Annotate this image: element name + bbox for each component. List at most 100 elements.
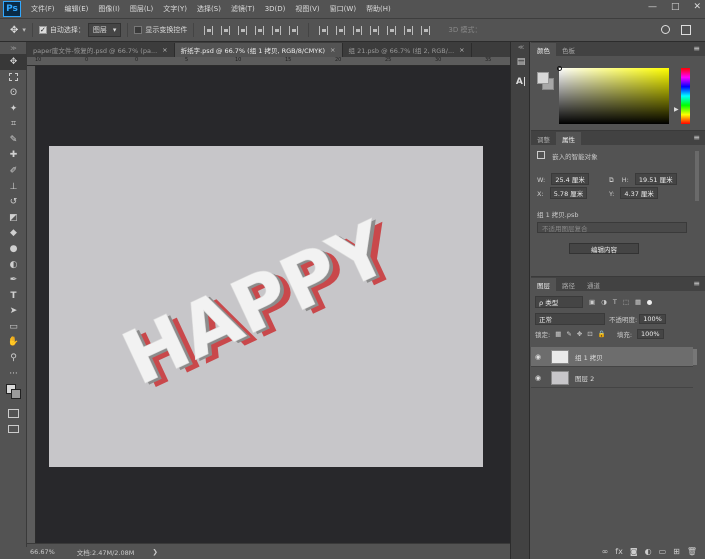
paint-bucket-tool-icon[interactable]: ◆ xyxy=(0,226,27,242)
color-picker-field[interactable] xyxy=(557,66,669,124)
healing-brush-tool-icon[interactable]: ✚ xyxy=(0,148,27,164)
menu-type[interactable]: 文字(Y) xyxy=(163,4,187,14)
height-field[interactable]: 19.51 厘米 xyxy=(634,173,677,185)
tab-properties[interactable]: 属性 xyxy=(556,132,581,145)
menu-help[interactable]: 帮助(H) xyxy=(366,4,391,14)
layer-comp-dropdown[interactable]: 不适用图层复合 xyxy=(537,222,687,233)
filter-smart-icon[interactable]: ▦ xyxy=(635,298,641,306)
crop-tool-icon[interactable]: ⌗ xyxy=(0,116,27,132)
brush-tool-icon[interactable]: ✐ xyxy=(0,163,27,179)
auto-select-checkbox[interactable]: ✓ xyxy=(38,26,47,34)
align-right-icon[interactable] xyxy=(289,25,299,35)
layer-row[interactable]: ◉ 图层 2 xyxy=(531,368,693,388)
picker-cursor[interactable] xyxy=(557,66,562,71)
auto-align-icon[interactable] xyxy=(421,25,431,35)
filter-pixel-icon[interactable]: ▣ xyxy=(589,298,595,306)
type-tool-icon[interactable]: T xyxy=(0,288,27,304)
move-tool-icon[interactable]: ✥ xyxy=(0,54,27,70)
dodge-tool-icon[interactable]: ◐ xyxy=(0,257,27,273)
tab-color[interactable]: 颜色 xyxy=(531,43,556,56)
blur-tool-icon[interactable]: ● xyxy=(0,241,27,257)
tab-paths[interactable]: 路径 xyxy=(556,278,581,291)
panel-menu-icon[interactable]: ≡ xyxy=(693,279,700,288)
close-icon[interactable]: × xyxy=(162,46,167,54)
screen-mode-icon[interactable] xyxy=(0,421,27,437)
tab-layers[interactable]: 图层 xyxy=(531,278,556,291)
show-transform-checkbox[interactable] xyxy=(134,26,143,34)
menu-view[interactable]: 视图(V) xyxy=(295,4,319,14)
quick-mask-icon[interactable] xyxy=(0,405,27,421)
menu-select[interactable]: 选择(S) xyxy=(197,4,221,14)
layer-style-icon[interactable]: fx xyxy=(615,547,623,556)
properties-scrollbar[interactable] xyxy=(695,151,699,201)
filter-shape-icon[interactable]: ⬚ xyxy=(623,298,629,306)
new-layer-icon[interactable]: ⊞ xyxy=(673,547,680,556)
menu-edit[interactable]: 编辑(E) xyxy=(65,4,89,14)
filter-toggle-icon[interactable] xyxy=(647,299,653,305)
lock-move-icon[interactable]: ✥ xyxy=(577,330,582,338)
tab-paper[interactable]: paper废文件-恢复的.psd @ 66.7% (pa... × xyxy=(27,43,175,57)
align-bottom-icon[interactable] xyxy=(238,25,248,35)
distribute-vcenter-icon[interactable] xyxy=(336,25,346,35)
layers-scrollbar[interactable] xyxy=(693,349,697,365)
link-layers-icon[interactable]: ∞ xyxy=(602,547,609,556)
document-canvas[interactable]: HAPPY HAPPY HAPPY xyxy=(49,146,483,467)
lock-all-icon[interactable]: 🔒 xyxy=(598,330,606,338)
tab-folded-text[interactable]: 折纸字.psd @ 66.7% (组 1 拷贝, RGB/8/CMYK) × xyxy=(174,43,343,57)
canvas-workspace[interactable]: HAPPY HAPPY HAPPY xyxy=(36,66,513,543)
distribute-hcenter-icon[interactable] xyxy=(387,25,397,35)
tool-preset-dropdown-icon[interactable]: ▾ xyxy=(22,26,26,34)
character-panel-icon[interactable]: A| xyxy=(511,72,531,92)
menu-window[interactable]: 窗口(W) xyxy=(330,4,356,14)
layer-filter-dropdown[interactable]: ρ 类型 xyxy=(535,296,583,308)
pen-tool-icon[interactable]: ✒ xyxy=(0,272,27,288)
menu-3d[interactable]: 3D(D) xyxy=(265,5,286,13)
eyedropper-tool-icon[interactable]: ✎ xyxy=(0,132,27,148)
filter-type-icon[interactable]: T xyxy=(613,298,617,306)
strip-grip[interactable]: ≪ xyxy=(511,42,531,52)
tab-group21[interactable]: 组 21.psb @ 66.7% (组 2, RGB/... × xyxy=(343,43,472,57)
menu-file[interactable]: 文件(F) xyxy=(31,4,55,14)
tab-adjustments[interactable]: 调整 xyxy=(531,132,556,145)
opacity-field[interactable]: 100% xyxy=(639,314,666,324)
zoom-level[interactable]: 66.67% xyxy=(30,548,55,556)
hue-arrow-icon[interactable]: ▶ xyxy=(674,106,679,113)
distribute-left-icon[interactable] xyxy=(370,25,380,35)
distribute-top-icon[interactable] xyxy=(319,25,329,35)
fill-field[interactable]: 100% xyxy=(637,329,664,339)
toolbar-grip[interactable]: ≫ xyxy=(0,42,27,54)
path-selection-tool-icon[interactable]: ➤ xyxy=(0,304,27,320)
lock-transparent-icon[interactable]: ▦ xyxy=(555,330,561,338)
width-field[interactable]: 25.4 厘米 xyxy=(551,173,589,185)
history-panel-icon[interactable]: ▤ xyxy=(511,52,531,72)
panel-menu-icon[interactable]: ≡ xyxy=(693,133,700,142)
search-icon[interactable] xyxy=(661,25,670,34)
align-vcenter-icon[interactable] xyxy=(221,25,231,35)
blend-mode-dropdown[interactable]: 正常 xyxy=(535,313,605,325)
auto-select-dropdown[interactable]: 图层 ▾ xyxy=(87,23,122,37)
y-field[interactable]: 4.37 厘米 xyxy=(620,187,658,199)
align-left-icon[interactable] xyxy=(255,25,265,35)
marquee-tool-icon[interactable] xyxy=(0,70,27,86)
menu-filter[interactable]: 滤镜(T) xyxy=(231,4,255,14)
tab-swatches[interactable]: 色板 xyxy=(556,43,581,56)
status-arrow-icon[interactable]: ❯ xyxy=(152,548,157,556)
distribute-right-icon[interactable] xyxy=(404,25,414,35)
lock-paint-icon[interactable]: ✎ xyxy=(566,330,571,338)
move-tool-icon[interactable]: ✥ xyxy=(10,25,18,36)
more-tools-icon[interactable]: ··· xyxy=(0,366,27,382)
distribute-bottom-icon[interactable] xyxy=(353,25,363,35)
align-top-icon[interactable] xyxy=(204,25,214,35)
delete-layer-icon[interactable]: 🗑 xyxy=(687,547,697,556)
edit-contents-button[interactable]: 编辑内容 xyxy=(569,243,639,254)
layer-row[interactable]: ◉ 组 1 拷贝 xyxy=(531,347,693,367)
visibility-eye-icon[interactable]: ◉ xyxy=(531,353,545,361)
clone-stamp-tool-icon[interactable]: ⊥ xyxy=(0,179,27,195)
add-mask-icon[interactable]: ◙ xyxy=(630,547,638,556)
close-icon[interactable]: × xyxy=(330,46,335,54)
x-field[interactable]: 5.78 厘米 xyxy=(549,187,588,199)
close-button[interactable]: ✕ xyxy=(693,2,701,12)
minimize-button[interactable]: — xyxy=(648,2,657,12)
hand-tool-icon[interactable]: ✋ xyxy=(0,335,27,351)
zoom-tool-icon[interactable]: ⚲ xyxy=(0,350,27,366)
